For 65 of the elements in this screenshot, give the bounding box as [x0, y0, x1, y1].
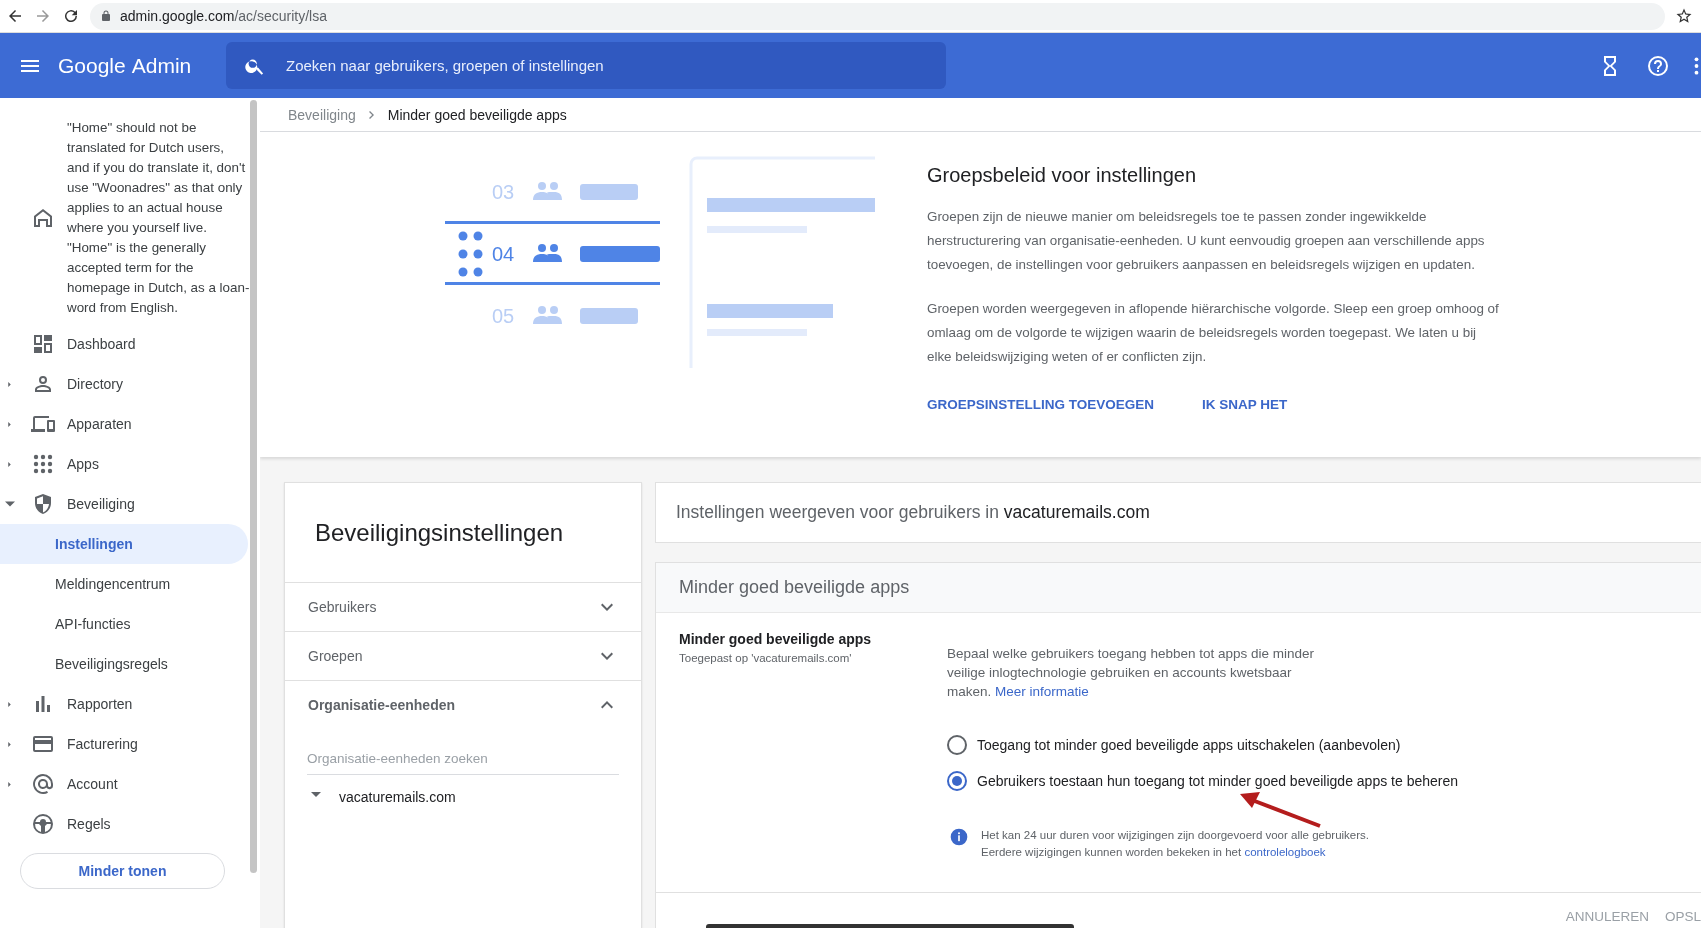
org-unit-heading: Instellingen weergeven voor gebruikers in vacaturemails.com: [676, 502, 1150, 523]
accordion-header[interactable]: Groepen: [285, 632, 641, 681]
accordion-header[interactable]: Organisatie-eenheden: [285, 681, 641, 729]
grid-icon: [31, 452, 55, 476]
forward-button[interactable]: [34, 7, 52, 25]
nav-item-label[interactable]: Rapporten: [67, 696, 250, 712]
setting-description: Bepaal welke gebruikers toegang hebben tot apps die minder veilige inlogtechnologie gebruiken en accounts kwetsbaar maken. Meer informatie: [947, 645, 1315, 701]
help-button[interactable]: [1646, 53, 1670, 78]
nav-item-label[interactable]: Dashboard: [67, 336, 250, 352]
panel-title: Beveiligingsinstellingen: [285, 483, 641, 583]
option-label[interactable]: Toegang tot minder goed beveiligde apps uitschakelen (aanbevolen): [977, 737, 1401, 753]
radio-button[interactable]: [947, 771, 967, 791]
show-less-button[interactable]: Minder tonen: [20, 853, 225, 889]
setting-subtitle: Toegepast op 'vacaturemails.com': [679, 652, 853, 664]
scrollbar-thumb[interactable]: [250, 100, 257, 873]
info-icon: [949, 827, 969, 847]
org-unit-item[interactable]: vacaturemails.com: [339, 789, 456, 805]
dashboard-icon: [31, 332, 55, 356]
bookmark-button[interactable]: [1675, 7, 1693, 25]
reload-icon: [62, 7, 80, 25]
learn-more-link[interactable]: Meer informatie: [995, 684, 1089, 699]
more-vertical-icon: [1694, 56, 1699, 75]
breadcrumb-item: Minder goed beveiligde apps: [387, 106, 567, 123]
group-row-drawing: 05: [491, 305, 638, 327]
help-icon: [1646, 53, 1670, 78]
nav-subitem[interactable]: Instellingen: [0, 524, 248, 564]
nav-item-label[interactable]: Beveiliging: [67, 496, 250, 512]
more-button[interactable]: [1694, 56, 1699, 75]
section-title: Minder goed beveiligde apps: [656, 563, 1701, 613]
address-bar[interactable]: admin.google.com/ac/security/lsa: [90, 2, 1665, 30]
banner-action-button[interactable]: GROEPSINSTELLING TOEVOEGEN: [927, 397, 1155, 412]
banner-text: Groepen zijn de nieuwe manier om beleidsregels toe te passen zonder ingewikkelde herstructurering van organisatie-eenheden. U kunt eenvoudig groepen aan verschillende apps toevoegen, de instellingen voor gebruikers aanpassen en beleidsregels wijzigen en updaten.: [927, 208, 1486, 274]
nav-item-label[interactable]: Regels: [67, 816, 250, 832]
setting-title: Minder goed beveiligde apps: [679, 631, 873, 647]
url-text: admin.google.com/ac/security/lsa: [120, 8, 327, 24]
nav-subitem[interactable]: API-functies: [0, 604, 248, 644]
group-row-drawing: 03: [491, 181, 638, 203]
nav-item-label[interactable]: Apps: [67, 456, 250, 472]
radio-button[interactable]: [947, 735, 967, 755]
audit-log-link[interactable]: controlelogboek: [1244, 846, 1326, 858]
banner-action-button[interactable]: IK SNAP HET: [1202, 397, 1288, 412]
breadcrumb-item[interactable]: Beveiliging: [288, 106, 356, 123]
info-note: Het kan 24 uur duren voor wijzigingen zijn doorgevoerd voor alle gebruikers. Eerdere wijzigingen kunnen worden bekeken in het controlelogboek: [981, 828, 1370, 860]
nav-item-label[interactable]: Apparaten: [67, 416, 250, 432]
nav-item-label[interactable]: Account: [67, 776, 250, 792]
nav-item-label[interactable]: Facturering: [67, 736, 250, 752]
nav-subitem[interactable]: Beveiligingsregels: [0, 644, 248, 684]
search-input[interactable]: Zoeken naar gebruikers, groepen of instellingen: [284, 56, 928, 75]
at-sign-icon: [31, 772, 55, 796]
nav-item-label[interactable]: "Home" should not be translated for Dutch users, and if you do translate it, don't use "Woonadres" as that only applies to an actual house where you yourself live. "Home" is the generally accepted term for the homepage in Dutch, as a loan-word from English.: [67, 118, 250, 318]
home-icon: [31, 206, 55, 230]
nav-subitem[interactable]: Meldingencentrum: [0, 564, 248, 604]
lock-icon: [100, 10, 112, 22]
forward-arrow-icon: [34, 7, 52, 25]
nav-item-label[interactable]: Directory: [67, 376, 250, 392]
banner-title: Groepsbeleid voor instellingen: [927, 164, 1198, 187]
reload-button[interactable]: [62, 7, 80, 25]
app-logo[interactable]: Google Admin: [58, 53, 226, 78]
banner-text: Groepen worden weergegeven in aflopende hiërarchische volgorde. Sleep een groep omhoog of omlaag om de volgorde te wijzigen waarin de beleidsregels worden toegepast. We laten u bij elke beleidswijziging weten of er conflicten zijn.: [927, 300, 1500, 366]
star-icon: [1675, 7, 1693, 25]
accordion-header[interactable]: Gebruikers: [285, 583, 641, 632]
steering-wheel-icon: [31, 812, 55, 836]
group-row-drawing: 04: [445, 221, 660, 285]
search-field[interactable]: Zoeken naar gebruikers, groepen of instellingen: [226, 42, 946, 89]
option-label[interactable]: Gebruikers toestaan hun toegang tot minder goed beveiligde apps te beheren: [977, 773, 1458, 789]
